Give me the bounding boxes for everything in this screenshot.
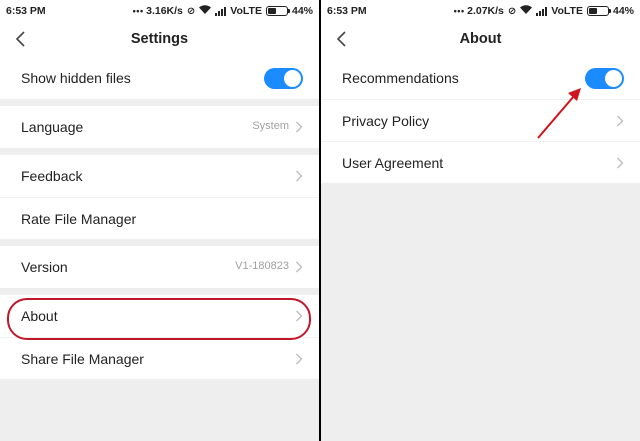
setting-privacy-policy[interactable]: Privacy Policy [321, 99, 640, 141]
show-hidden-files-toggle[interactable] [264, 68, 303, 89]
setting-about[interactable]: About [0, 295, 319, 337]
status-time: 6:53 PM [6, 5, 46, 17]
recommendations-toggle[interactable] [585, 68, 624, 89]
toggle-knob [605, 70, 622, 87]
settings-group: Feedback Rate File Manager [0, 155, 319, 239]
title-bar: About [321, 22, 640, 57]
battery-icon [265, 6, 290, 16]
page-title: About [459, 31, 502, 47]
wifi-icon [520, 5, 533, 17]
network-type: VoLTE [230, 5, 262, 17]
settings-group: Show hidden files [0, 57, 319, 99]
signal-icon [215, 6, 227, 16]
settings-group: Language System [0, 106, 319, 148]
status-bar: 6:53 PM • • • 2.07K/s ⊘ VoLTE 44% [321, 0, 640, 22]
setting-label: Show hidden files [21, 70, 131, 86]
setting-label: Language [21, 119, 84, 135]
setting-label: Recommendations [342, 70, 459, 86]
setting-rate-file-manager[interactable]: Rate File Manager [0, 197, 319, 239]
chevron-right-icon [617, 115, 624, 127]
title-bar: Settings [0, 22, 319, 57]
chevron-right-icon [617, 157, 624, 169]
notification-dots: • • • [132, 6, 144, 16]
settings-screen: 6:53 PM • • • 3.16K/s ⊘ VoLTE 44% Settin… [0, 0, 319, 441]
chevron-right-icon [296, 170, 303, 182]
battery-percent: 44% [612, 5, 634, 17]
chevron-right-icon [296, 261, 303, 273]
network-type: VoLTE [551, 5, 583, 17]
status-time: 6:53 PM [327, 5, 367, 17]
chevron-right-icon [296, 121, 303, 133]
settings-group: Version V1-180823 [0, 246, 319, 288]
alarm-off-icon: ⊘ [186, 5, 196, 17]
setting-recommendations[interactable]: Recommendations [321, 57, 640, 99]
network-speed: 3.16K/s [146, 5, 183, 17]
toggle-knob [284, 70, 301, 87]
battery-icon [586, 6, 611, 16]
chevron-right-icon [296, 310, 303, 322]
setting-value: V1-180823 [235, 260, 289, 272]
settings-group: About Share File Manager [0, 295, 319, 379]
setting-label: Feedback [21, 168, 83, 184]
setting-label: Rate File Manager [21, 210, 137, 227]
setting-label: Share File Manager [21, 350, 144, 367]
setting-share-file-manager[interactable]: Share File Manager [0, 337, 319, 379]
setting-language[interactable]: Language System [0, 106, 319, 148]
setting-value: System [252, 120, 289, 132]
setting-show-hidden-files[interactable]: Show hidden files [0, 57, 319, 99]
status-bar: 6:53 PM • • • 3.16K/s ⊘ VoLTE 44% [0, 0, 319, 22]
alarm-off-icon: ⊘ [507, 5, 517, 17]
battery-percent: 44% [291, 5, 313, 17]
signal-icon [536, 6, 548, 16]
about-screen: 6:53 PM • • • 2.07K/s ⊘ VoLTE 44% About … [321, 0, 640, 441]
setting-label: User Agreement [342, 154, 444, 171]
wifi-icon [199, 5, 212, 17]
about-group: Recommendations Privacy Policy User Agre… [321, 57, 640, 183]
chevron-right-icon [296, 353, 303, 365]
notification-dots: • • • [453, 6, 465, 16]
setting-label: About [21, 308, 58, 324]
network-speed: 2.07K/s [467, 5, 504, 17]
page-title: Settings [130, 31, 189, 47]
setting-version[interactable]: Version V1-180823 [0, 246, 319, 288]
setting-label: Privacy Policy [342, 112, 430, 129]
setting-user-agreement[interactable]: User Agreement [321, 141, 640, 183]
setting-feedback[interactable]: Feedback [0, 155, 319, 197]
setting-label: Version [21, 259, 68, 275]
